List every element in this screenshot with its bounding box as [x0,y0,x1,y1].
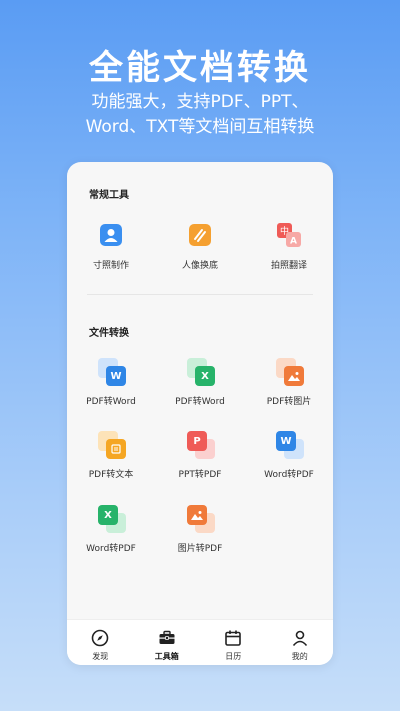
promo-subline-1: 功能强大，支持PDF、PPT、 [91,92,309,112]
tool-label: 拍照翻译 [270,261,307,271]
portrait-background-icon [185,220,215,250]
tool-image-to-pdf[interactable]: 图片转PDF [156,503,244,554]
tab-toolbox[interactable]: 工具箱 [134,620,201,665]
tab-discover[interactable]: 发现 [67,620,134,665]
tool-label: Word转PDF [86,544,136,554]
tool-label: Word转PDF [264,470,314,480]
tool-excel-to-pdf[interactable]: X Word转PDF [67,503,155,554]
section-divider [87,294,313,295]
promo-subline-2: Word、TXT等文档间互相转换 [85,117,315,137]
photo-translate-icon: 中 A [274,220,304,250]
image-to-pdf-icon [185,503,215,533]
app-screen: 常规工具 寸照制作 人像换底 中 A 拍照翻译 文件转换 W PDF转Word … [67,162,333,665]
tool-pdf-to-image[interactable]: PDF转图片 [245,356,333,407]
section-title-convert: 文件转换 [89,328,129,339]
section-title-common: 常规工具 [89,190,129,201]
id-photo-icon [96,220,126,250]
pdf-to-word-icon: W [96,356,126,386]
svg-text:A: A [290,237,297,247]
tool-portrait-background[interactable]: 人像换底 [156,220,244,271]
tool-label: 图片转PDF [177,544,223,554]
tab-mine[interactable]: 我的 [267,620,334,665]
ppt-to-pdf-icon: P [185,429,215,459]
tool-photo-translate[interactable]: 中 A 拍照翻译 [245,220,333,271]
tool-label: PDF转Word [175,397,225,407]
pdf-to-text-icon [96,429,126,459]
tool-label: 寸照制作 [92,261,129,271]
bottom-tab-bar: 发现 工具箱 日历 我的 [67,619,333,665]
excel-to-pdf-icon: X [96,503,126,533]
tool-label: 人像换底 [181,261,218,271]
pdf-to-image-icon [274,356,304,386]
user-icon [290,628,310,648]
tool-id-photo[interactable]: 寸照制作 [67,220,155,271]
toolbox-icon [157,628,177,648]
tab-label: 日历 [225,652,242,661]
tab-calendar[interactable]: 日历 [200,620,267,665]
tool-label: PDF转文本 [88,470,134,480]
pdf-to-excel-icon: X [185,356,215,386]
tool-pdf-to-text[interactable]: PDF转文本 [67,429,155,480]
tool-label: PDF转图片 [266,397,312,407]
word-to-pdf-icon: W [274,429,304,459]
compass-icon [90,628,110,648]
tool-label: PPT转PDF [178,470,222,480]
tool-word-to-pdf[interactable]: W Word转PDF [245,429,333,480]
tool-ppt-to-pdf[interactable]: P PPT转PDF [156,429,244,480]
tool-label: PDF转Word [86,397,136,407]
tool-pdf-to-excel[interactable]: X PDF转Word [156,356,244,407]
tab-label: 发现 [92,652,109,661]
tab-label: 我的 [291,652,308,661]
calendar-icon [223,628,243,648]
tab-label: 工具箱 [154,652,179,661]
promo-headline: 全能文档转换 [89,48,311,88]
tool-pdf-to-word[interactable]: W PDF转Word [67,356,155,407]
